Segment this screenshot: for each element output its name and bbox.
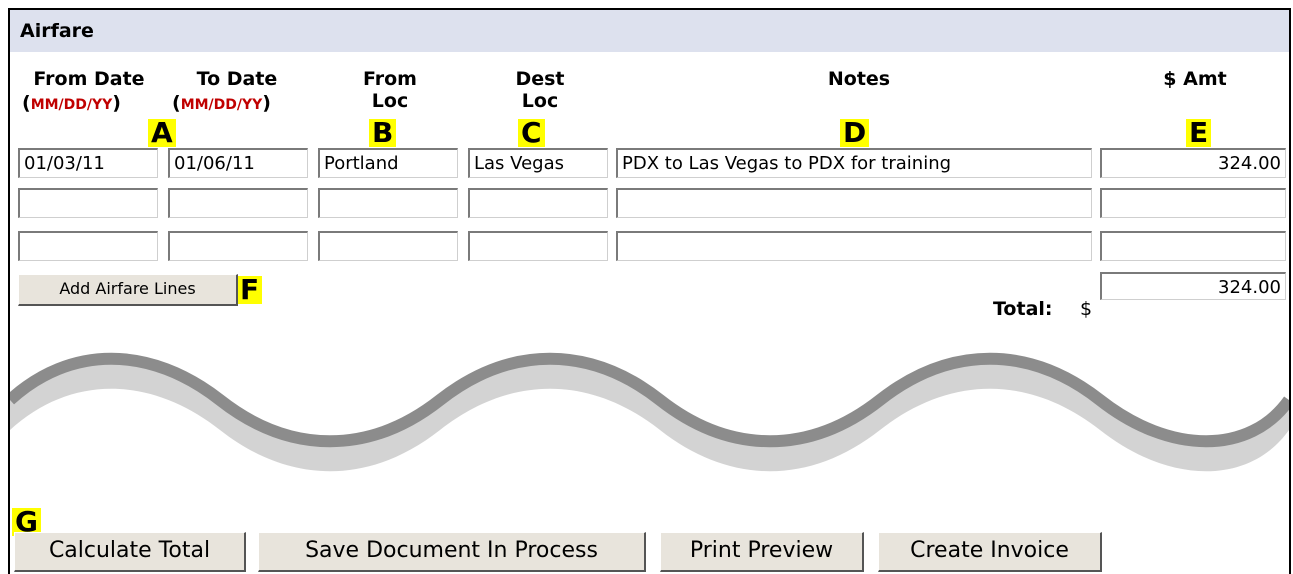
dest-loc-input[interactable] <box>468 231 608 261</box>
from-loc-input[interactable] <box>318 188 458 218</box>
print-preview-button[interactable]: Print Preview <box>660 532 864 572</box>
column-header-from-loc: From Loc <box>320 68 460 112</box>
marker-c: C <box>518 119 545 147</box>
section-title: Airfare <box>20 20 94 42</box>
marker-f: F <box>237 276 263 304</box>
marker-b: B <box>369 119 397 147</box>
from-date-input[interactable] <box>18 188 158 218</box>
from-loc-line2: Loc <box>371 90 409 112</box>
amount-input[interactable] <box>1100 188 1286 218</box>
from-loc-line1: From <box>363 68 417 90</box>
create-invoice-button[interactable]: Create Invoice <box>878 532 1102 572</box>
column-header-amount: $ Amt <box>1163 68 1227 90</box>
marker-a: A <box>148 119 176 147</box>
save-document-button[interactable]: Save Document In Process <box>258 532 646 572</box>
from-date-input[interactable]: 01/03/11 <box>18 148 158 178</box>
total-currency: $ <box>1080 298 1093 320</box>
section-header-bar <box>10 10 1289 52</box>
dest-loc-input[interactable]: Las Vegas <box>468 148 608 178</box>
page-break-wave-graphic <box>10 352 1289 472</box>
total-amount-field: 324.00 <box>1100 272 1286 300</box>
notes-input[interactable]: PDX to Las Vegas to PDX for training <box>616 148 1092 178</box>
dest-loc-input[interactable] <box>468 188 608 218</box>
to-date-input[interactable]: 01/06/11 <box>168 148 308 178</box>
to-date-input[interactable] <box>168 231 308 261</box>
amount-input[interactable] <box>1100 231 1286 261</box>
dest-loc-line1: Dest <box>515 68 565 90</box>
calculate-total-button[interactable]: Calculate Total <box>14 532 246 572</box>
column-header-from-date: From Date <box>33 68 145 90</box>
marker-e: E <box>1186 119 1212 147</box>
dest-loc-line2: Loc <box>521 90 559 112</box>
column-header-to-date: To Date <box>196 68 278 90</box>
notes-input[interactable] <box>616 231 1092 261</box>
total-label: Total: <box>993 298 1053 320</box>
add-airfare-lines-button[interactable]: Add Airfare Lines <box>18 274 238 306</box>
from-loc-input[interactable]: Portland <box>318 148 458 178</box>
from-loc-input[interactable] <box>318 231 458 261</box>
to-date-input[interactable] <box>168 188 308 218</box>
column-header-dest-loc: Dest Loc <box>470 68 610 112</box>
marker-d: D <box>840 119 870 147</box>
from-date-input[interactable] <box>18 231 158 261</box>
to-date-format-hint: (MM/DD/YY) <box>172 92 271 114</box>
amount-input[interactable]: 324.00 <box>1100 148 1286 178</box>
from-date-format-hint: (MM/DD/YY) <box>22 92 121 114</box>
column-header-notes: Notes <box>827 68 891 90</box>
notes-input[interactable] <box>616 188 1092 218</box>
